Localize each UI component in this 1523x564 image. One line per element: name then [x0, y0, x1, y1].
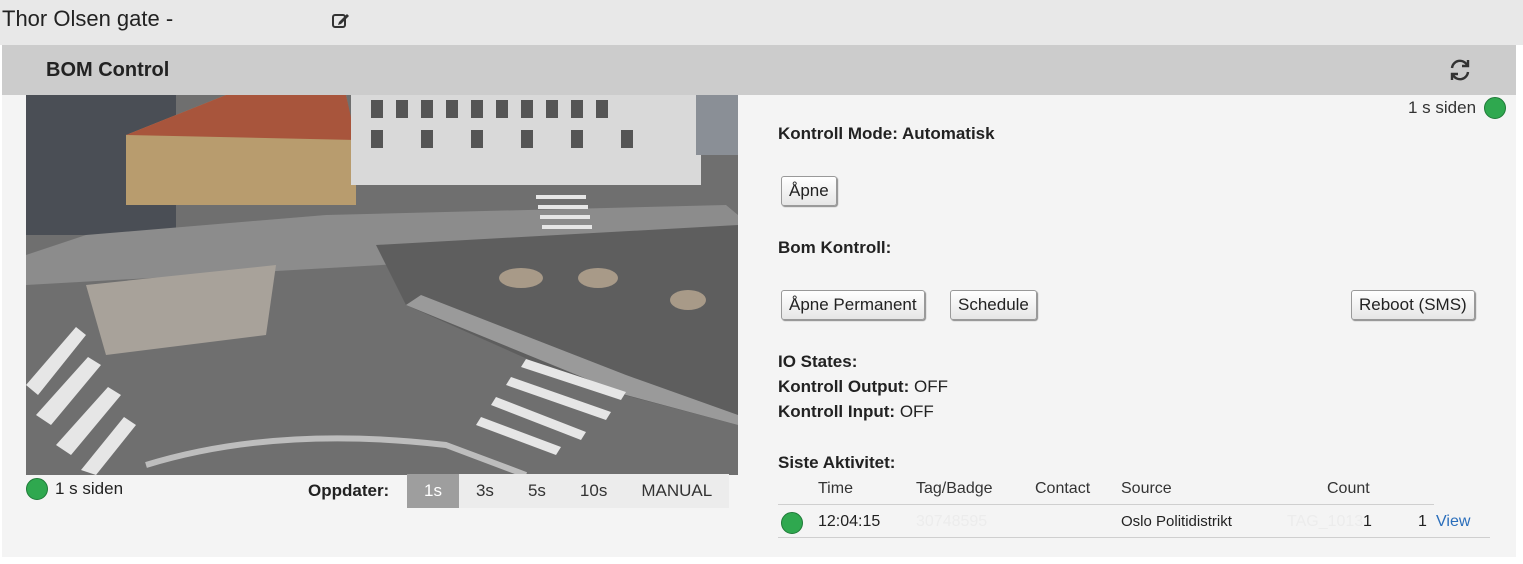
control-mode-label: Kontroll Mode: Automatisk	[778, 124, 995, 143]
col-header-contact: Contact	[1035, 480, 1091, 497]
activity-title: Siste Aktivitet:	[778, 453, 896, 472]
col-header-source: Source	[1121, 480, 1172, 497]
camera-status-dot	[26, 478, 48, 500]
connection-status-dot	[1484, 97, 1507, 119]
open-permanent-button[interactable]: Åpne Permanent	[781, 290, 925, 320]
col-header-time: Time	[818, 480, 853, 497]
camera-feed[interactable]	[26, 95, 738, 475]
table-row-divider	[778, 537, 1490, 538]
page-title: Thor Olsen gate -	[2, 6, 174, 31]
kontroll-output-value: OFF	[913, 377, 948, 396]
row-tag: 30748595	[916, 513, 988, 530]
top-bar: Thor Olsen gate -	[0, 0, 1523, 45]
col-header-tag-badge: Tag/Badge	[916, 480, 993, 497]
update-option-3s[interactable]: 3s	[459, 474, 511, 508]
bom-control-label: Bom Kontroll:	[778, 238, 892, 257]
update-option-5s[interactable]: 5s	[511, 474, 563, 508]
row-source: Oslo Politidistrikt	[1121, 513, 1232, 530]
row-view-link[interactable]: View	[1436, 513, 1470, 531]
reboot-sms-button[interactable]: Reboot (SMS)	[1351, 290, 1475, 320]
kontroll-output-label: Kontroll Output:	[778, 377, 910, 396]
connection-status: 1 s siden	[1408, 97, 1507, 119]
update-interval-group: 1s 3s 5s 10s MANUAL	[407, 474, 730, 508]
update-option-manual[interactable]: MANUAL	[624, 474, 729, 508]
kontroll-output-line: Kontroll Output: OFF	[778, 377, 948, 397]
table-header-divider	[778, 504, 1434, 505]
edit-icon[interactable]	[331, 10, 351, 30]
update-option-10s[interactable]: 10s	[563, 474, 624, 508]
camera-status-text: 1 s siden	[55, 479, 124, 498]
panel-title: BOM Control	[46, 59, 170, 81]
row-faded-tag: TAG_1013	[1287, 513, 1364, 530]
io-states-title: IO States:	[778, 352, 858, 371]
panel-header: BOM Control	[2, 45, 1516, 95]
kontroll-input-line: Kontroll Input: OFF	[778, 402, 934, 422]
camera-image	[26, 95, 738, 475]
open-button[interactable]: Åpne	[781, 176, 837, 206]
schedule-button[interactable]: Schedule	[950, 290, 1037, 320]
update-label: Oppdater:	[308, 481, 390, 500]
col-header-count: Count	[1327, 480, 1370, 497]
row-count-secondary: 1	[1418, 513, 1427, 530]
row-count: 1	[1363, 513, 1372, 530]
kontroll-input-value: OFF	[899, 402, 934, 421]
row-status-dot	[781, 512, 803, 534]
update-option-1s[interactable]: 1s	[407, 474, 459, 508]
camera-status: 1 s siden	[26, 478, 123, 500]
connection-status-text: 1 s siden	[1408, 98, 1477, 117]
refresh-icon[interactable]	[1447, 57, 1473, 83]
row-time: 12:04:15	[818, 513, 881, 530]
kontroll-input-label: Kontroll Input:	[778, 402, 896, 421]
